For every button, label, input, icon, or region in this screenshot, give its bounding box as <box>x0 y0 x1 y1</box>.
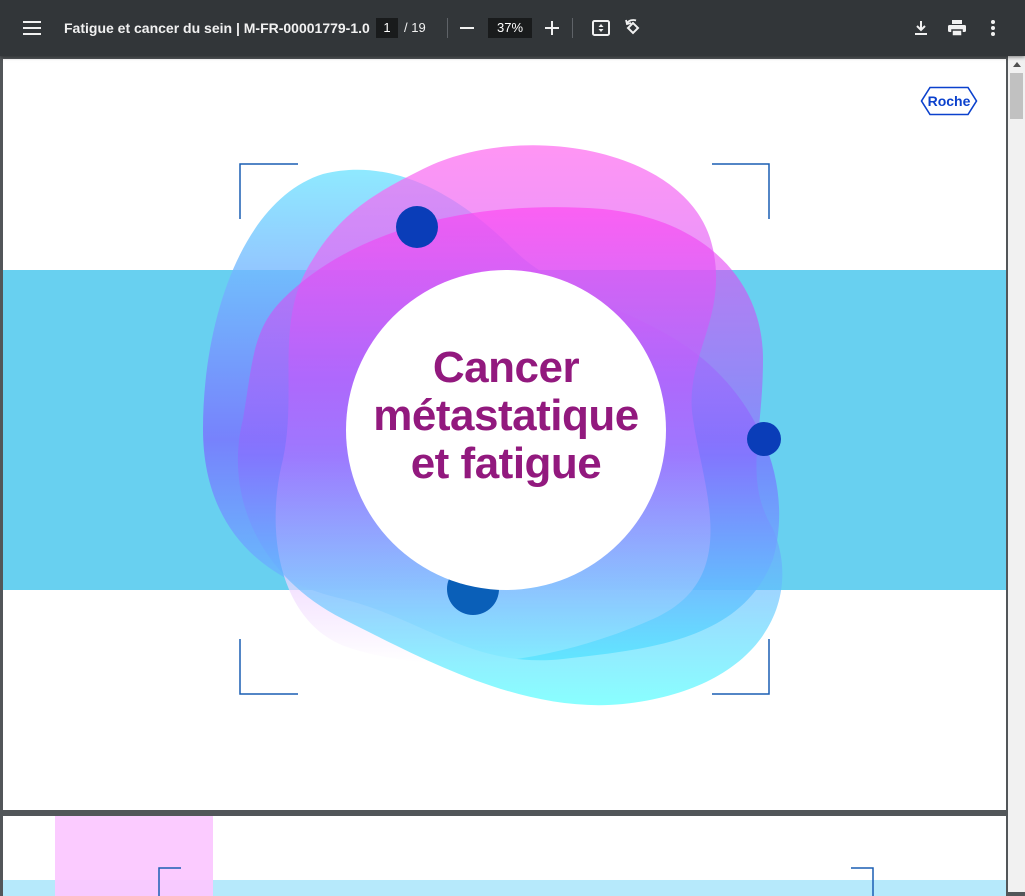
cover-title-line: métastatique <box>373 391 639 440</box>
menu-icon[interactable] <box>18 14 46 42</box>
toolbar-divider <box>572 18 573 38</box>
print-icon[interactable] <box>943 14 971 42</box>
page2-brackets <box>158 867 874 896</box>
rotate-icon[interactable] <box>619 14 647 42</box>
decor-dot <box>396 206 438 248</box>
zoom-level-input[interactable]: 37% <box>488 18 532 38</box>
logo-text: Roche <box>928 93 971 109</box>
vertical-scrollbar[interactable] <box>1008 56 1025 892</box>
more-icon[interactable] <box>979 14 1007 42</box>
zoom-out-icon[interactable] <box>453 14 481 42</box>
pdf-page-1: Cancer métastatique et fatigue Roche <box>3 59 1006 810</box>
scroll-up-arrow-icon[interactable] <box>1008 56 1025 73</box>
toolbar-divider <box>447 18 448 38</box>
cover-title: Cancer métastatique et fatigue <box>346 344 666 488</box>
download-icon[interactable] <box>907 14 935 42</box>
roche-logo: Roche <box>920 86 978 116</box>
page-number-input[interactable]: 1 <box>376 18 398 38</box>
zoom-in-icon[interactable] <box>538 14 566 42</box>
fit-page-icon[interactable] <box>587 14 615 42</box>
scrollbar-thumb[interactable] <box>1010 73 1023 119</box>
decor-dot <box>747 422 781 456</box>
pdf-toolbar: Fatigue et cancer du sein | M-FR-0000177… <box>0 0 1025 56</box>
pdf-page-2 <box>3 816 1006 896</box>
document-title: Fatigue et cancer du sein | M-FR-0000177… <box>64 20 370 36</box>
page-total: / 19 <box>404 20 426 35</box>
cover-title-line: et fatigue <box>410 439 602 488</box>
cover-title-line: Cancer <box>432 343 580 392</box>
